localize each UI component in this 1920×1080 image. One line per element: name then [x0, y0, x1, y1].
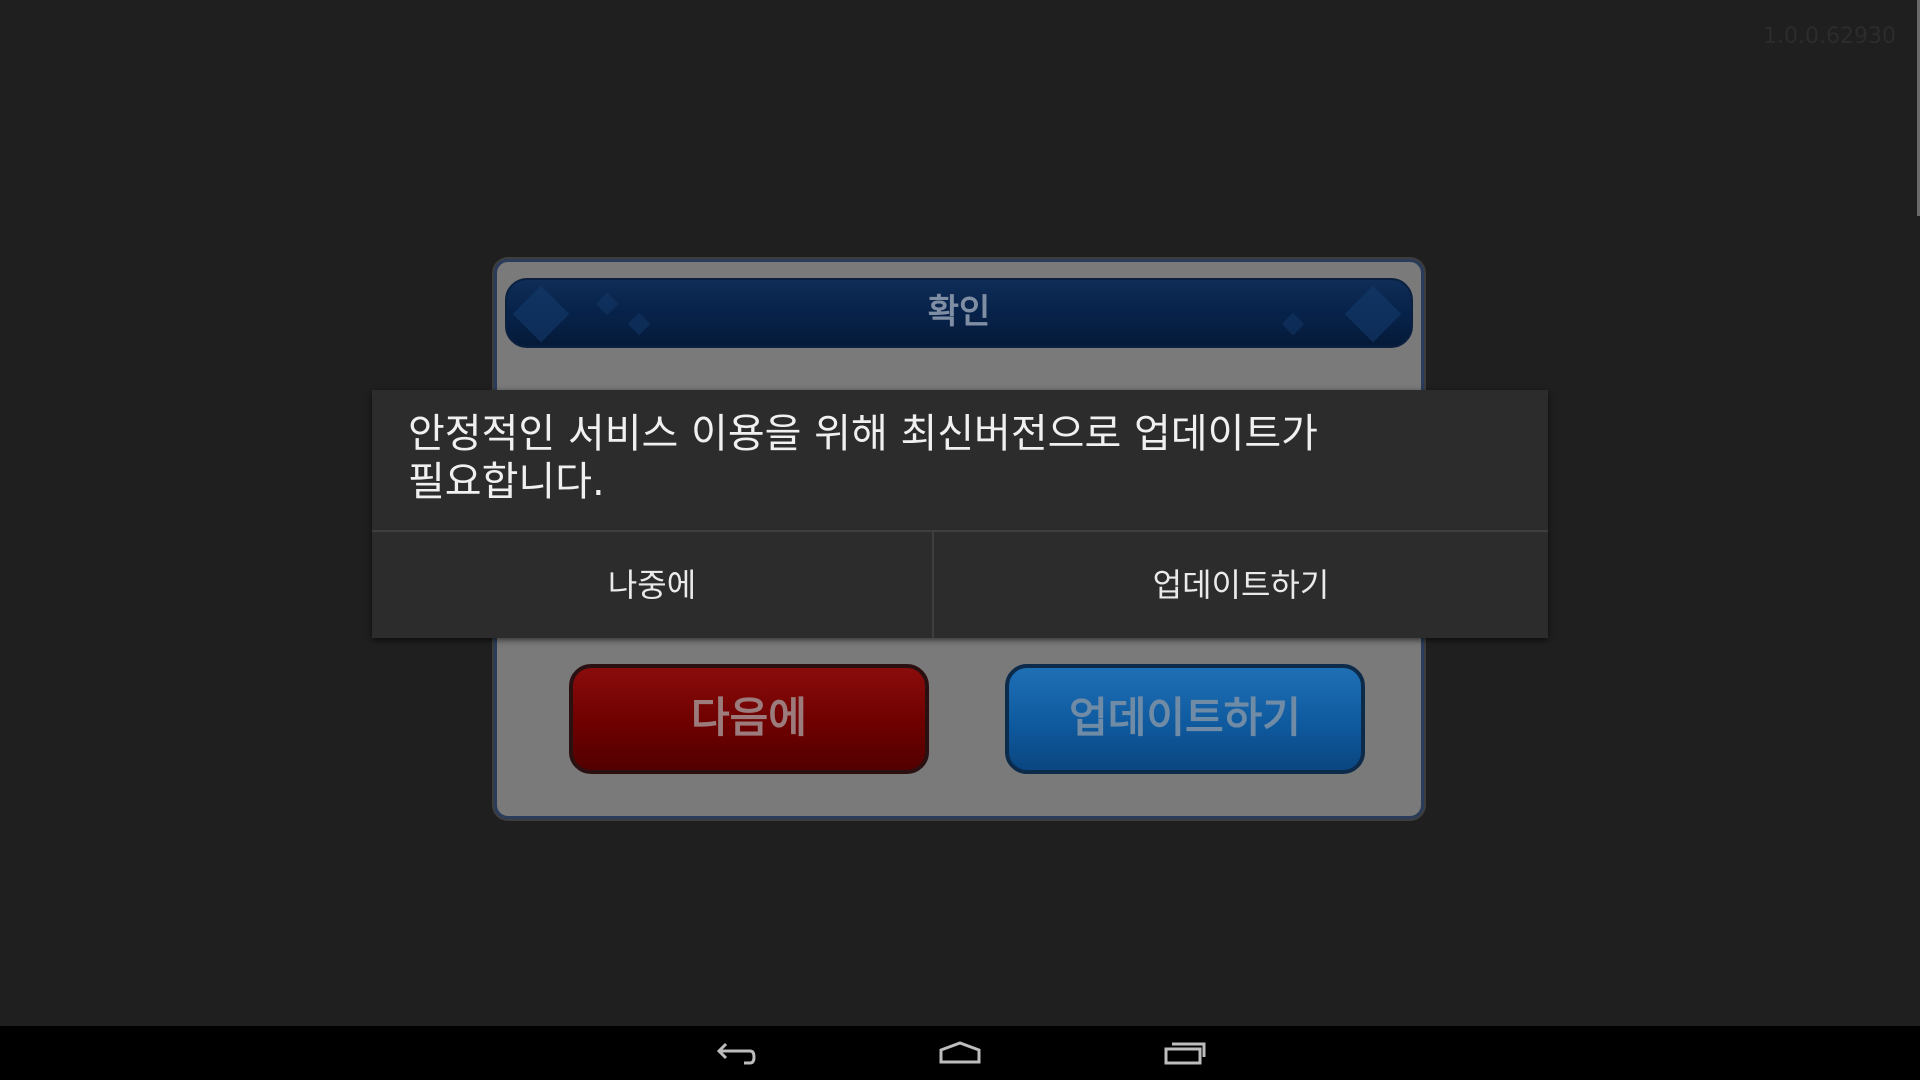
navigation-bar — [0, 1026, 1920, 1080]
game-later-button[interactable]: 다음에 — [569, 664, 929, 774]
game-dialog-title: 확인 — [927, 292, 991, 332]
alert-message: 안정적인 서비스 이용을 위해 최신버전으로 업데이트가 필요합니다. — [408, 411, 1318, 505]
update-button[interactable]: 업데이트하기 — [934, 532, 1548, 638]
version-label: 1.0.0.62930 — [1763, 24, 1896, 49]
game-dialog-header: 확인 — [505, 278, 1413, 348]
later-button[interactable]: 나중에 — [372, 532, 932, 638]
game-update-button[interactable]: 업데이트하기 — [1005, 664, 1365, 774]
back-icon[interactable] — [695, 1030, 775, 1076]
home-icon[interactable] — [920, 1030, 1000, 1076]
recent-apps-icon[interactable] — [1145, 1030, 1225, 1076]
update-alert-dialog: 안정적인 서비스 이용을 위해 최신버전으로 업데이트가 필요합니다. 나중에 … — [372, 390, 1548, 638]
screen: 1.0.0.62930 확인 다음에 업데이트하기 안정적인 서비스 이용을 위… — [0, 0, 1920, 1080]
